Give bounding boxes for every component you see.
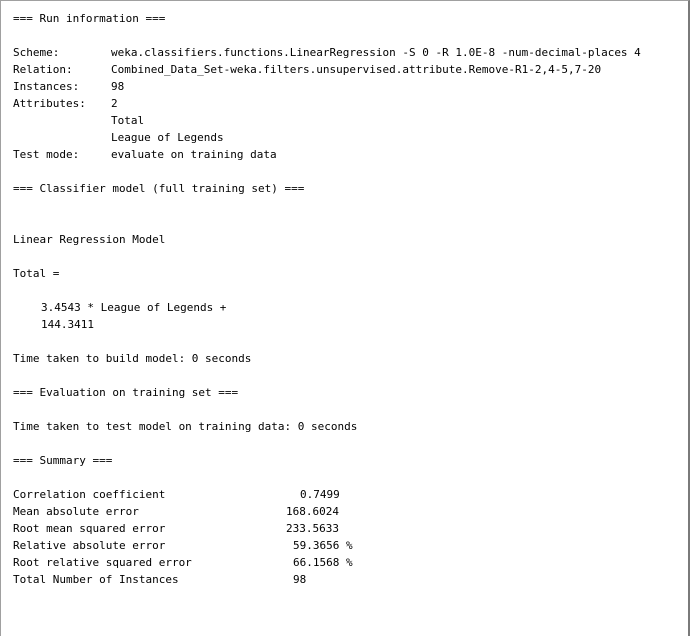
test-mode-label: Test mode: — [13, 148, 80, 161]
model-coefficient-line: 3.4543 * League of Legends + — [41, 301, 227, 314]
run-info-header: === Run information === — [13, 12, 166, 25]
summary-header: === Summary === — [13, 454, 113, 467]
model-intercept-line: 144.3411 — [41, 318, 94, 331]
test-mode-value: evaluate on training data — [111, 148, 277, 161]
attributes-value: 2 — [111, 97, 118, 110]
instances-label: Instances: — [13, 80, 80, 93]
scheme-value: weka.classifiers.functions.LinearRegress… — [111, 46, 641, 59]
summary-label: Relative absolute error — [13, 539, 166, 552]
summary-label: Root relative squared error — [13, 556, 192, 569]
test-time-line: Time taken to test model on training dat… — [13, 420, 358, 433]
summary-label: Total Number of Instances — [13, 573, 179, 586]
summary-label: Correlation coefficient — [13, 488, 166, 501]
evaluation-header: === Evaluation on training set === — [13, 386, 239, 399]
instances-value: 98 — [111, 80, 125, 93]
summary-value: 98 — [293, 573, 307, 586]
classifier-model-header: === Classifier model (full training set)… — [13, 182, 305, 195]
model-target-line: Total = — [13, 267, 60, 280]
summary-label: Mean absolute error — [13, 505, 139, 518]
summary-value: 59.3656 % — [293, 539, 353, 552]
summary-value: 66.1568 % — [293, 556, 353, 569]
attribute-item: Total — [111, 114, 145, 127]
summary-value: 168.6024 — [286, 505, 339, 518]
build-time-line: Time taken to build model: 0 seconds — [13, 352, 252, 365]
attributes-label: Attributes: — [13, 97, 86, 110]
model-title: Linear Regression Model — [13, 233, 166, 246]
attribute-item: League of Legends — [111, 131, 224, 144]
summary-value: 0.7499 — [300, 488, 340, 501]
relation-value: Combined_Data_Set-weka.filters.unsupervi… — [111, 63, 602, 76]
scheme-label: Scheme: — [13, 46, 60, 59]
summary-label: Root mean squared error — [13, 522, 166, 535]
relation-label: Relation: — [13, 63, 73, 76]
summary-value: 233.5633 — [286, 522, 339, 535]
classifier-output-panel[interactable]: === Run information === Scheme: weka.cla… — [0, 0, 690, 636]
